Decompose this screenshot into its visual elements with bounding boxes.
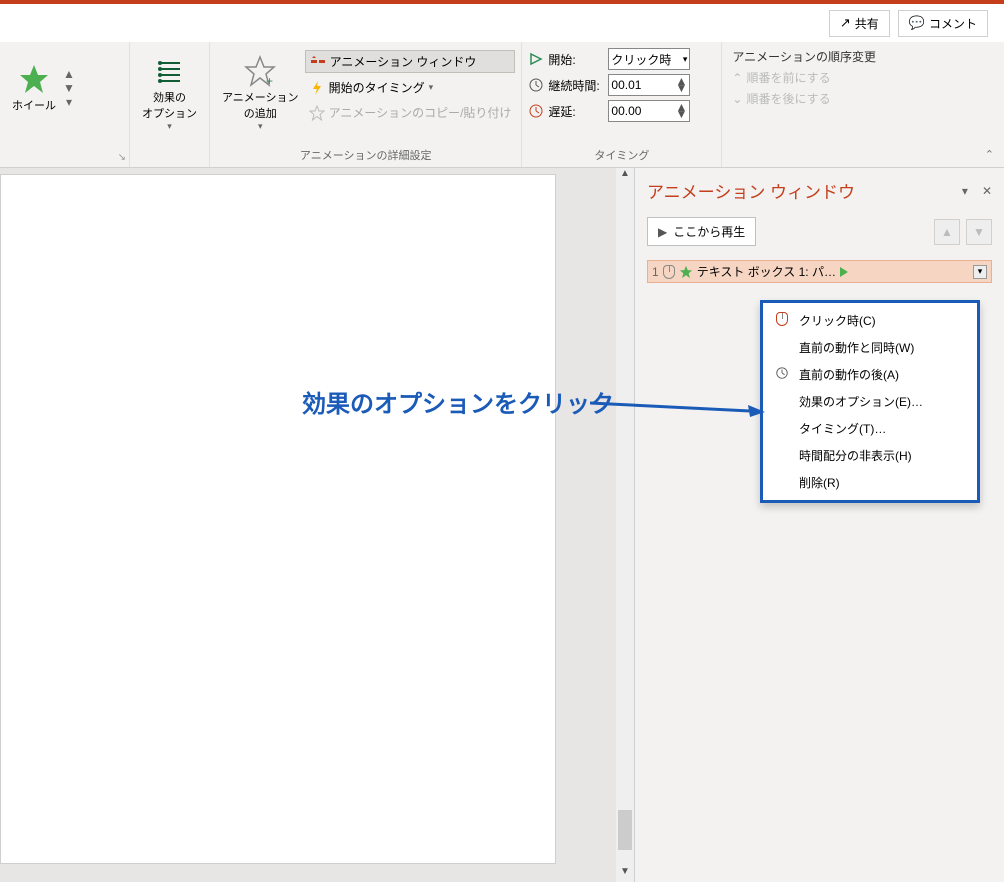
gallery-scroll-up[interactable]: ▲: [62, 67, 76, 81]
group-label-advanced: アニメーションの詳細設定: [216, 145, 515, 165]
add-animation-button[interactable]: + アニメーション の追加 ▾: [216, 46, 305, 140]
chevron-down-icon: ▾: [167, 121, 172, 132]
close-icon[interactable]: ✕: [982, 184, 992, 198]
effect-options-button[interactable]: 効果の オプション ▾: [136, 46, 203, 140]
scroll-thumb[interactable]: [618, 810, 632, 850]
ctx-timing[interactable]: タイミング(T)…: [763, 415, 977, 442]
play-icon: ▶: [658, 225, 667, 239]
delay-label: 遅延:: [548, 103, 604, 120]
mouse-click-icon: [776, 312, 788, 326]
arrow-down-icon: ⌄: [732, 92, 742, 106]
pane-options-icon[interactable]: ▾: [962, 184, 968, 198]
share-label: 共有: [855, 15, 879, 32]
ctx-hide-timeline[interactable]: 時間配分の非表示(H): [763, 442, 977, 469]
play-from-button[interactable]: ▶ ここから再生: [647, 217, 756, 246]
animation-pane-icon: [310, 54, 326, 70]
arrow-up-icon: ⌃: [732, 71, 742, 85]
item-name: テキスト ボックス 1: パ…: [697, 263, 836, 280]
chevron-down-icon: ▾: [429, 82, 434, 93]
ctx-with-previous[interactable]: 直前の動作と同時(W): [763, 334, 977, 361]
group-label-timing: タイミング: [528, 145, 715, 165]
clock-icon: [773, 366, 791, 383]
trigger-button[interactable]: 開始のタイミング ▾: [305, 77, 516, 98]
effect-options-icon: [154, 55, 186, 87]
ctx-remove[interactable]: 削除(R): [763, 469, 977, 496]
item-index: 1: [652, 265, 659, 279]
add-animation-icon: +: [244, 55, 276, 87]
item-dropdown-button[interactable]: ▾: [973, 265, 987, 279]
comment-button[interactable]: 💬 コメント: [898, 10, 988, 37]
delay-spinner[interactable]: 00.00 ▲▼: [608, 100, 690, 122]
star-effect-icon: [679, 265, 693, 279]
chevron-down-icon: ▾: [258, 121, 263, 132]
move-down-button[interactable]: ▼: [966, 219, 992, 245]
vertical-scrollbar[interactable]: ▲ ▼: [616, 168, 634, 882]
gallery-scroll-down[interactable]: ▼: [62, 81, 76, 95]
pane-title: アニメーション ウィンドウ: [647, 178, 855, 203]
delay-icon: [528, 103, 544, 119]
slide-canvas[interactable]: [0, 174, 556, 864]
collapse-ribbon-button[interactable]: ⌃: [985, 148, 994, 161]
move-earlier-button: ⌃ 順番を前にする: [732, 69, 876, 86]
play-start-icon: [528, 51, 544, 67]
mouse-click-icon: [663, 265, 675, 279]
ribbon: ホイール ▲ ▼ ▾ ↘ 効果の オプション ▾: [0, 42, 1004, 168]
duration-label: 継続時間:: [548, 77, 604, 94]
slide-canvas-area: ▲ ▼: [0, 168, 634, 882]
scroll-up-icon[interactable]: ▲: [617, 168, 633, 184]
play-marker-icon: [840, 267, 848, 277]
arrow-down-icon: ▼: [973, 225, 985, 239]
ctx-on-click[interactable]: クリック時(C): [763, 307, 977, 334]
gallery-more[interactable]: ▾: [62, 95, 76, 109]
animation-wheel-button[interactable]: ホイール: [6, 61, 62, 115]
lightning-icon: [309, 80, 325, 96]
duration-spinner[interactable]: 00.01 ▲▼: [608, 74, 690, 96]
ctx-after-previous[interactable]: 直前の動作の後(A): [763, 361, 977, 388]
scroll-down-icon[interactable]: ▼: [617, 866, 633, 882]
animation-painter-icon: [309, 105, 325, 121]
move-later-button: ⌄ 順番を後にする: [732, 90, 876, 107]
share-button[interactable]: ↗ 共有: [829, 10, 890, 37]
chevron-down-icon: ▾: [683, 54, 688, 65]
comment-label: コメント: [929, 15, 977, 32]
svg-text:+: +: [266, 74, 273, 87]
main-area: ▲ ▼ アニメーション ウィンドウ ▾ ✕ ▶ ここから再生 ▲ ▼ 1: [0, 168, 1004, 882]
annotation-arrow-icon: [590, 397, 765, 417]
share-icon: ↗: [840, 15, 851, 31]
context-menu: クリック時(C) 直前の動作と同時(W) 直前の動作の後(A) 効果のオプション…: [760, 300, 980, 503]
arrow-up-icon: ▲: [941, 225, 953, 239]
move-up-button[interactable]: ▲: [934, 219, 960, 245]
start-label: 開始:: [548, 51, 604, 68]
animation-pane-toggle[interactable]: アニメーション ウィンドウ: [305, 50, 516, 73]
ctx-effect-options[interactable]: 効果のオプション(E)…: [763, 388, 977, 415]
annotation-text: 効果のオプションをクリック: [302, 384, 614, 419]
start-select[interactable]: クリック時 ▾: [608, 48, 690, 70]
animation-painter-button[interactable]: アニメーションのコピー/貼り付け: [305, 102, 516, 123]
title-bar: ↗ 共有 💬 コメント: [0, 0, 1004, 42]
animation-list-item[interactable]: 1 テキスト ボックス 1: パ… ▾: [647, 260, 992, 283]
reorder-header: アニメーションの順序変更: [732, 48, 876, 65]
animation-group-launcher[interactable]: ↘: [118, 152, 126, 163]
animation-pane: アニメーション ウィンドウ ▾ ✕ ▶ ここから再生 ▲ ▼ 1 テキスト ボッ…: [634, 168, 1004, 882]
comment-icon: 💬: [909, 15, 925, 31]
duration-icon: [528, 77, 544, 93]
wheel-star-icon: [18, 63, 50, 95]
